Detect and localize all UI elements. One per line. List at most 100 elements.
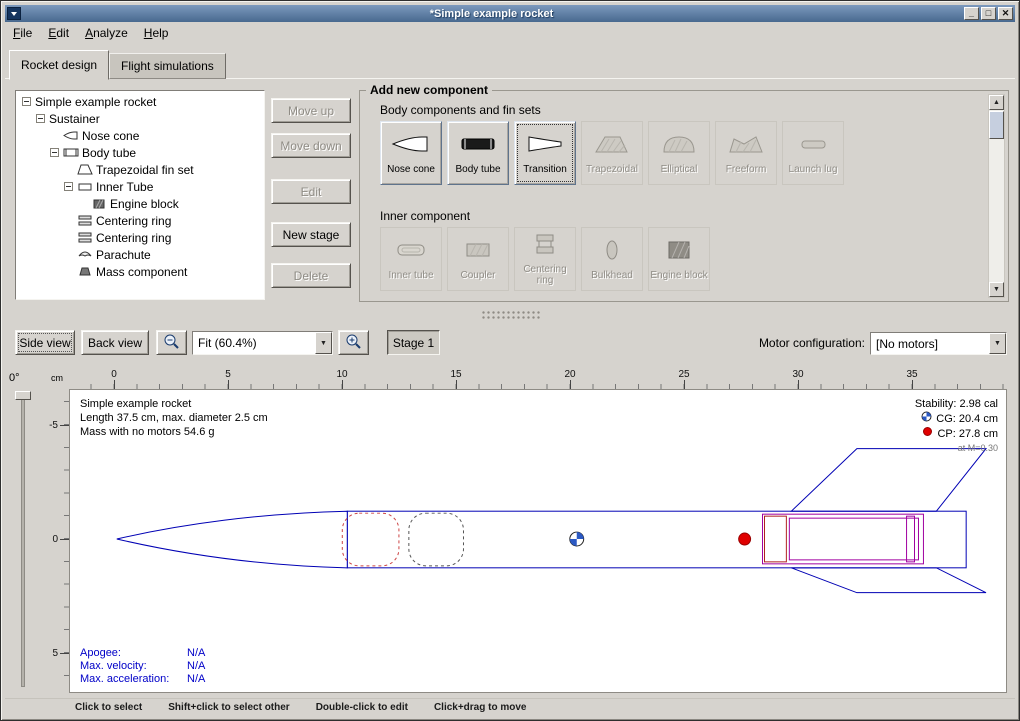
- edit-button[interactable]: Edit: [271, 179, 351, 204]
- slider-track: [21, 393, 25, 687]
- bulkhead-icon: [592, 238, 632, 267]
- flight-stats: Apogee:N/A Max. velocity:N/A Max. accele…: [80, 647, 205, 686]
- tree-item-engine-block[interactable]: Engine block: [16, 195, 264, 212]
- tree-item-centering-ring[interactable]: Centering ring: [16, 212, 264, 229]
- collapse-icon[interactable]: [22, 97, 31, 106]
- view-toolbar: Side view Back view Fit (60.4%) ▼ Stage …: [5, 328, 1015, 360]
- hint-double-click: Double-click to edit: [316, 702, 408, 713]
- tree-item-centering-ring[interactable]: Centering ring: [16, 229, 264, 246]
- add-trapezoidal-fin-button[interactable]: Trapezoidal: [581, 121, 643, 185]
- tab-flight-simulations[interactable]: Flight simulations: [109, 53, 226, 79]
- tree-item-parachute[interactable]: Parachute: [16, 246, 264, 263]
- component-tree[interactable]: Simple example rocket Sustainer Nose con…: [15, 90, 265, 300]
- stability-value: Stability: 2.98 cal: [915, 397, 998, 411]
- zoom-select[interactable]: Fit (60.4%) ▼: [192, 331, 333, 355]
- motor-configuration-label: Motor configuration:: [751, 336, 865, 350]
- coupler-icon: [458, 238, 498, 267]
- add-centering-ring-button[interactable]: Centering ring: [514, 227, 576, 291]
- tree-item-body-tube[interactable]: Body tube: [16, 144, 264, 161]
- nose-cone-icon: [391, 132, 431, 161]
- maximize-button[interactable]: □: [981, 7, 996, 20]
- delete-button[interactable]: Delete: [271, 263, 351, 288]
- chevron-down-icon[interactable]: ▼: [989, 333, 1006, 354]
- new-stage-button[interactable]: New stage: [271, 222, 351, 247]
- titlebar: *Simple example rocket _ □ ✕: [5, 5, 1015, 22]
- add-freeform-fin-button[interactable]: Freeform: [715, 121, 777, 185]
- launch-lug-icon: [793, 132, 833, 161]
- window-menu-icon[interactable]: [7, 7, 21, 20]
- engine-block-icon: [659, 238, 699, 267]
- tab-rocket-design[interactable]: Rocket design: [9, 50, 109, 80]
- component-scrollbar[interactable]: ▲ ▼: [988, 94, 1005, 298]
- tree-item-stage[interactable]: Sustainer: [16, 110, 264, 127]
- collapse-icon[interactable]: [36, 114, 45, 123]
- zoom-in-button[interactable]: [338, 330, 369, 355]
- add-elliptical-fin-button[interactable]: Elliptical: [648, 121, 710, 185]
- stability-info: Stability: 2.98 cal CG: 20.4 cm CP: 27.8…: [915, 397, 998, 455]
- vertical-ruler: -5 0 5: [49, 389, 69, 693]
- acceleration-value: N/A: [187, 673, 205, 685]
- group-title: Add new component: [366, 83, 492, 97]
- slider-handle[interactable]: [15, 391, 31, 400]
- tree-item-mass-component[interactable]: Mass component: [16, 263, 264, 280]
- add-inner-tube-button[interactable]: Inner tube: [380, 227, 442, 291]
- rocket-canvas[interactable]: Simple example rocket Length 37.5 cm, ma…: [69, 389, 1007, 693]
- rotation-slider[interactable]: [13, 389, 33, 691]
- mass-component-icon: [77, 266, 96, 277]
- acceleration-label: Max. acceleration:: [80, 673, 187, 686]
- zoom-out-button[interactable]: [156, 330, 187, 355]
- design-pane: Simple example rocket Sustainer Nose con…: [5, 78, 1015, 310]
- splitter-handle[interactable]: [481, 310, 541, 319]
- scroll-up-icon[interactable]: ▲: [989, 95, 1004, 110]
- section-body-components: Body components and fin sets: [380, 103, 541, 117]
- rocket-name: Simple example rocket: [80, 397, 268, 411]
- add-launch-lug-button[interactable]: Launch lug: [782, 121, 844, 185]
- minimize-button[interactable]: _: [964, 7, 979, 20]
- cg-icon: [921, 411, 932, 426]
- hint-click-drag: Click+drag to move: [434, 702, 527, 713]
- tree-item-nose-cone[interactable]: Nose cone: [16, 127, 264, 144]
- menu-edit[interactable]: Edit: [40, 23, 77, 43]
- move-up-button[interactable]: Move up: [271, 98, 351, 123]
- fin-set-icon: [77, 164, 96, 175]
- tree-item-inner-tube[interactable]: Inner Tube: [16, 178, 264, 195]
- side-view-button[interactable]: Side view: [15, 330, 75, 355]
- centering-ring-icon: [525, 232, 565, 261]
- menu-analyze[interactable]: Analyze: [77, 23, 136, 43]
- tabstrip: Rocket design Flight simulations: [9, 48, 226, 79]
- add-transition-button[interactable]: Transition: [514, 121, 576, 185]
- add-engine-block-button[interactable]: Engine block: [648, 227, 710, 291]
- add-body-tube-button[interactable]: Body tube: [447, 121, 509, 185]
- parachute-icon: [77, 249, 96, 260]
- stage-1-toggle[interactable]: Stage 1: [387, 330, 440, 355]
- move-down-button[interactable]: Move down: [271, 133, 351, 158]
- trapezoidal-fin-icon: [592, 132, 632, 161]
- collapse-icon[interactable]: [64, 182, 73, 191]
- back-view-button[interactable]: Back view: [81, 330, 149, 355]
- close-button[interactable]: ✕: [998, 7, 1013, 20]
- motor-configuration-select[interactable]: [No motors] ▼: [870, 332, 1007, 355]
- add-nose-cone-button[interactable]: Nose cone: [380, 121, 442, 185]
- add-bulkhead-button[interactable]: Bulkhead: [581, 227, 643, 291]
- tree-item-rocket[interactable]: Simple example rocket: [16, 93, 264, 110]
- add-coupler-button[interactable]: Coupler: [447, 227, 509, 291]
- apogee-label: Apogee:: [80, 647, 187, 660]
- menu-help[interactable]: Help: [136, 23, 177, 43]
- nose-cone-icon: [63, 130, 82, 141]
- engine-block-icon: [91, 198, 110, 209]
- collapse-icon[interactable]: [50, 148, 59, 157]
- elliptical-fin-icon: [659, 132, 699, 161]
- cg-marker: [570, 532, 584, 546]
- scroll-down-icon[interactable]: ▼: [989, 282, 1004, 297]
- zoom-in-icon: [345, 333, 362, 353]
- body-tube-icon: [63, 147, 82, 158]
- cp-marker: [739, 533, 751, 545]
- rocket-dimensions: Length 37.5 cm, max. diameter 2.5 cm: [80, 411, 268, 425]
- window-title: *Simple example rocket: [21, 8, 962, 20]
- tree-item-fin-set[interactable]: Trapezoidal fin set: [16, 161, 264, 178]
- menu-file[interactable]: File: [5, 23, 40, 43]
- chevron-down-icon[interactable]: ▼: [315, 332, 332, 354]
- cg-value: CG: 20.4 cm: [936, 412, 998, 426]
- scrollbar-thumb[interactable]: [989, 111, 1004, 139]
- centering-ring-icon: [77, 215, 96, 226]
